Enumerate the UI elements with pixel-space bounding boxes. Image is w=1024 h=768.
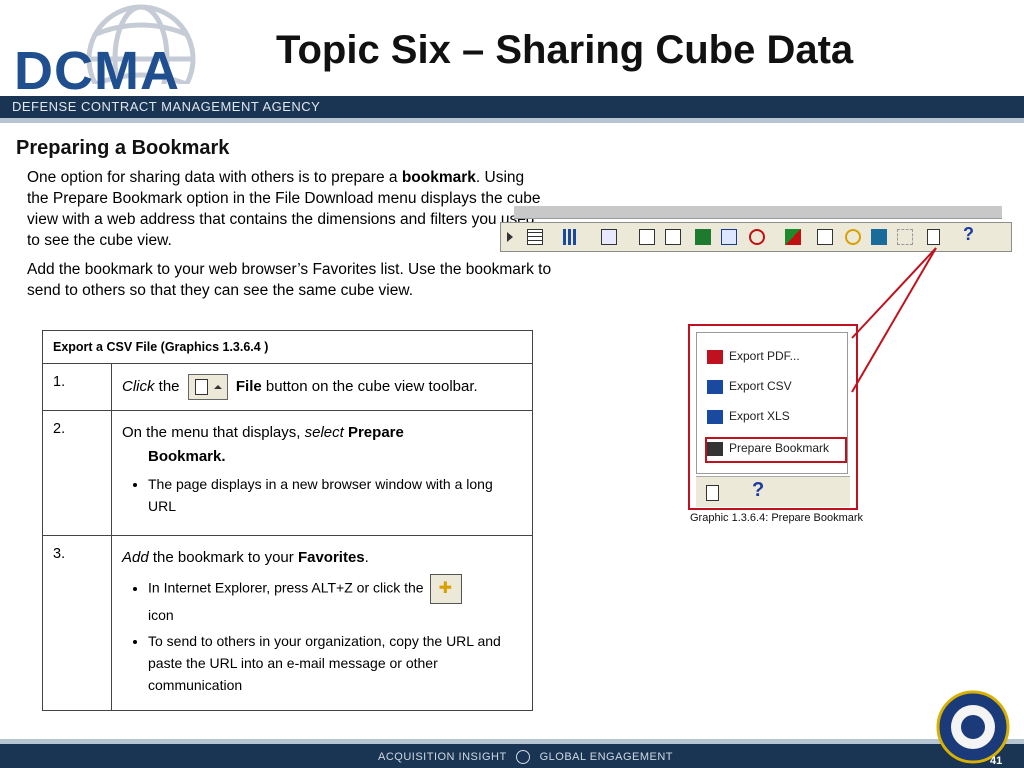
file-button-icon bbox=[187, 374, 228, 400]
help-icon: ? bbox=[752, 479, 765, 501]
list-item: The page displays in a new browser windo… bbox=[148, 473, 522, 517]
list-item: To send to others in your organization, … bbox=[148, 630, 522, 696]
add-favorite-icon: ✚ bbox=[429, 574, 462, 604]
footer-tagline: ACQUISITION INSIGHT GLOBAL ENGAGEMENT bbox=[378, 750, 674, 764]
table-row: 3. Add the bookmark to your Favorites. I… bbox=[42, 535, 533, 711]
pdf-icon bbox=[707, 349, 723, 364]
dcma-seal-icon bbox=[936, 690, 1010, 764]
graphic-caption: Graphic 1.3.6.4: Prepare Bookmark bbox=[690, 512, 864, 524]
file-icon bbox=[706, 485, 719, 501]
table-row: 1. Click the File button on the cube vie… bbox=[42, 363, 533, 411]
list-item: In Internet Explorer, press ALT+Z or cli… bbox=[148, 574, 522, 626]
globe-icon bbox=[516, 750, 531, 764]
highlight-box bbox=[705, 437, 847, 463]
file-menu-screenshot: Export PDF... Export CSV Export XLS Prep… bbox=[688, 324, 858, 510]
step-number: 2. bbox=[42, 410, 112, 536]
csv-icon bbox=[707, 379, 723, 394]
step-text: Click the File button on the cube view t… bbox=[111, 363, 533, 411]
step-number: 1. bbox=[42, 363, 112, 411]
step-text: On the menu that displays, select Prepar… bbox=[111, 410, 533, 536]
table-header: Export a CSV File (Graphics 1.3.6.4 ) bbox=[42, 330, 533, 364]
xls-icon bbox=[707, 409, 723, 424]
bullet-list: The page displays in a new browser windo… bbox=[122, 473, 522, 517]
step-number: 3. bbox=[42, 535, 112, 711]
table-row: 2. On the menu that displays, select Pre… bbox=[42, 410, 533, 536]
steps-table: Export a CSV File (Graphics 1.3.6.4 ) 1.… bbox=[42, 330, 533, 711]
menu-toolbar: ? bbox=[696, 476, 850, 507]
page-number: 41 bbox=[990, 755, 1003, 767]
menu-item-export-xls[interactable]: Export XLS bbox=[707, 405, 847, 427]
menu-item-export-csv[interactable]: Export CSV bbox=[707, 375, 847, 397]
file-menu: Export PDF... Export CSV Export XLS Prep… bbox=[696, 332, 848, 474]
step-text: Add the bookmark to your Favorites. In I… bbox=[111, 535, 533, 711]
bullet-list: In Internet Explorer, press ALT+Z or cli… bbox=[122, 574, 522, 696]
menu-item-export-pdf[interactable]: Export PDF... bbox=[707, 345, 847, 367]
